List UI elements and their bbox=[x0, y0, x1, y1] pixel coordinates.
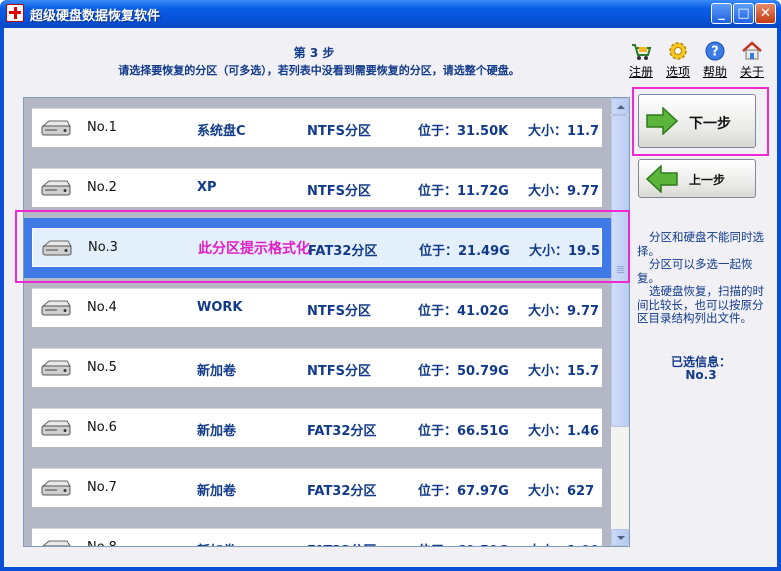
partition-name: 新加卷 bbox=[197, 484, 237, 499]
maximize-button[interactable]: □ bbox=[733, 3, 754, 24]
partition-filesystem: NTFS分区 bbox=[307, 364, 371, 379]
partition-filesystem: NTFS分区 bbox=[307, 304, 371, 319]
app-window: 超级硬盘数据恢复软件 _ □ ✕ 第 3 步 请选择要恢复的分区（可多选），若列… bbox=[0, 0, 781, 571]
scroll-up-button[interactable] bbox=[611, 98, 629, 115]
partition-card[interactable]: No.2 XP NTFS分区 位于：11.72G 大小：9.77 bbox=[32, 168, 602, 207]
partition-offset: 位于：69.59G bbox=[418, 540, 509, 546]
partition-name: 新加卷 bbox=[197, 424, 237, 439]
partition-row[interactable]: No.6 新加卷 FAT32分区 位于：66.51G 大小：1.46 bbox=[24, 398, 611, 458]
partition-filesystem: NTFS分区 bbox=[307, 124, 371, 139]
partition-number: No.4 bbox=[87, 300, 117, 315]
partition-name: WORK bbox=[197, 300, 243, 315]
step-title: 第 3 步 bbox=[293, 46, 335, 60]
partition-list-items: No.1 系统盘C NTFS分区 位于：31.50K 大小：11.7 No.2 XP NTFS… bbox=[24, 98, 611, 546]
selection-value: No.3 bbox=[685, 368, 717, 382]
selected-row-highlight bbox=[15, 210, 630, 283]
partition-size: 大小：9.77 bbox=[528, 184, 600, 199]
prev-button-label: 上一步 bbox=[689, 173, 726, 187]
title-bar[interactable]: 超级硬盘数据恢复软件 _ □ ✕ bbox=[0, 0, 781, 28]
hard-disk-icon bbox=[42, 540, 71, 546]
partition-card[interactable]: No.6 新加卷 FAT32分区 位于：66.51G 大小：1.46 bbox=[32, 408, 602, 447]
note-line: 分区和硬盘不能同时选择。 bbox=[637, 230, 764, 258]
about-link[interactable]: 关于 bbox=[735, 40, 769, 80]
arrow-right-icon bbox=[646, 107, 679, 135]
partition-filesystem: FAT32分区 bbox=[307, 424, 377, 439]
partition-card[interactable]: No.8 新加卷 FAT32分区 位于：69.59G 大小：1.00 bbox=[32, 528, 602, 546]
hard-disk-icon bbox=[41, 120, 71, 136]
partition-size: 大小：627 bbox=[528, 484, 595, 499]
partition-row[interactable]: No.8 新加卷 FAT32分区 位于：69.59G 大小：1.00 bbox=[24, 518, 611, 546]
partition-number: No.7 bbox=[87, 480, 117, 495]
about-label: 关于 bbox=[739, 65, 764, 79]
vertical-scrollbar[interactable] bbox=[611, 98, 629, 546]
note-line: 分区可以多选一起恢复。 bbox=[637, 257, 753, 285]
partition-filesystem: NTFS分区 bbox=[307, 184, 371, 199]
help-icon: ? bbox=[705, 41, 725, 61]
app-logo-icon bbox=[6, 4, 24, 22]
partition-list[interactable]: No.1 系统盘C NTFS分区 位于：31.50K 大小：11.7 No.2 XP NTFS… bbox=[23, 97, 630, 547]
partition-row[interactable]: No.7 新加卷 FAT32分区 位于：67.97G 大小：627 bbox=[24, 458, 611, 518]
hard-disk-icon bbox=[41, 420, 71, 436]
step-description: 请选择要恢复的分区（可多选），若列表中没看到需要恢复的分区，请选整个硬盘。 bbox=[118, 64, 520, 77]
scroll-down-button[interactable] bbox=[611, 529, 629, 546]
partition-offset: 位于：67.97G bbox=[418, 484, 509, 499]
partition-card[interactable]: No.7 新加卷 FAT32分区 位于：67.97G 大小：627 bbox=[32, 468, 602, 507]
top-toolbar: 注册 选项 ? 帮助 关于 bbox=[624, 40, 774, 80]
partition-number: No.2 bbox=[87, 180, 117, 195]
partition-card[interactable]: No.5 新加卷 NTFS分区 位于：50.79G 大小：15.7 bbox=[32, 348, 602, 387]
partition-row[interactable]: No.4 WORK NTFS分区 位于：41.02G 大小：9.77 bbox=[24, 278, 611, 338]
gear-icon bbox=[669, 42, 687, 60]
hard-disk-icon bbox=[41, 480, 71, 496]
partition-size: 大小：11.7 bbox=[528, 124, 600, 139]
partition-size: 大小：15.7 bbox=[528, 364, 600, 379]
register-label: 注册 bbox=[628, 65, 653, 79]
partition-name: 新加卷 bbox=[197, 540, 236, 546]
partition-offset: 位于：31.50K bbox=[418, 124, 509, 139]
partition-offset: 位于：11.72G bbox=[418, 184, 509, 199]
minimize-button[interactable]: _ bbox=[711, 3, 732, 24]
hard-disk-icon bbox=[41, 180, 71, 196]
partition-offset: 位于：41.02G bbox=[418, 304, 509, 319]
svg-text:?: ? bbox=[711, 45, 719, 60]
partition-size: 大小：9.77 bbox=[528, 304, 600, 319]
partition-name: 新加卷 bbox=[197, 364, 237, 379]
help-label: 帮助 bbox=[702, 65, 727, 79]
partition-row[interactable]: No.5 新加卷 NTFS分区 位于：50.79G 大小：15.7 bbox=[24, 338, 611, 398]
hard-disk-icon bbox=[41, 360, 71, 376]
cart-icon bbox=[632, 44, 652, 60]
options-label: 选项 bbox=[665, 65, 690, 79]
partition-number: No.1 bbox=[87, 120, 117, 135]
hard-disk-icon bbox=[41, 300, 71, 316]
partition-card[interactable]: No.4 WORK NTFS分区 位于：41.02G 大小：9.77 bbox=[32, 288, 602, 327]
prev-button[interactable]: 上一步 bbox=[638, 159, 756, 198]
partition-name: 系统盘C bbox=[197, 124, 246, 139]
partition-number: No.6 bbox=[87, 420, 117, 435]
partition-size: 大小：1.46 bbox=[528, 424, 600, 439]
partition-number: No.5 bbox=[87, 360, 117, 375]
partition-offset: 位于：66.51G bbox=[418, 424, 509, 439]
arrow-left-icon bbox=[645, 165, 678, 193]
partition-name: XP bbox=[197, 180, 217, 195]
partition-row[interactable]: No.1 系统盘C NTFS分区 位于：31.50K 大小：11.7 bbox=[24, 98, 611, 158]
close-button[interactable]: ✕ bbox=[755, 3, 776, 24]
partition-row[interactable]: No.2 XP NTFS分区 位于：11.72G 大小：9.77 bbox=[24, 158, 611, 218]
partition-filesystem: FAT32分区 bbox=[307, 484, 377, 499]
partition-card[interactable]: No.1 系统盘C NTFS分区 位于：31.50K 大小：11.7 bbox=[32, 108, 602, 147]
home-icon bbox=[742, 41, 762, 60]
partition-offset: 位于：50.79G bbox=[418, 364, 509, 379]
help-link[interactable]: ? 帮助 bbox=[698, 40, 732, 80]
partition-number: No.8 bbox=[87, 540, 117, 546]
next-button[interactable]: 下一步 bbox=[638, 94, 756, 148]
options-link[interactable]: 选项 bbox=[661, 40, 695, 80]
partition-size: 大小：1.00 bbox=[528, 540, 599, 546]
next-button-label: 下一步 bbox=[689, 116, 731, 132]
register-link[interactable]: 注册 bbox=[624, 40, 658, 80]
client-area: 第 3 步 请选择要恢复的分区（可多选），若列表中没看到需要恢复的分区，请选整个… bbox=[4, 28, 777, 567]
partition-filesystem: FAT32分区 bbox=[307, 540, 376, 546]
window-title: 超级硬盘数据恢复软件 bbox=[30, 9, 161, 24]
help-notes: 分区和硬盘不能同时选择。 分区可以多选一起恢复。 选硬盘恢复，扫描的时间比较长，… bbox=[637, 230, 765, 326]
note-line: 选硬盘恢复，扫描的时间比较长，也可以按原分区目录结构列出文件。 bbox=[637, 284, 764, 325]
